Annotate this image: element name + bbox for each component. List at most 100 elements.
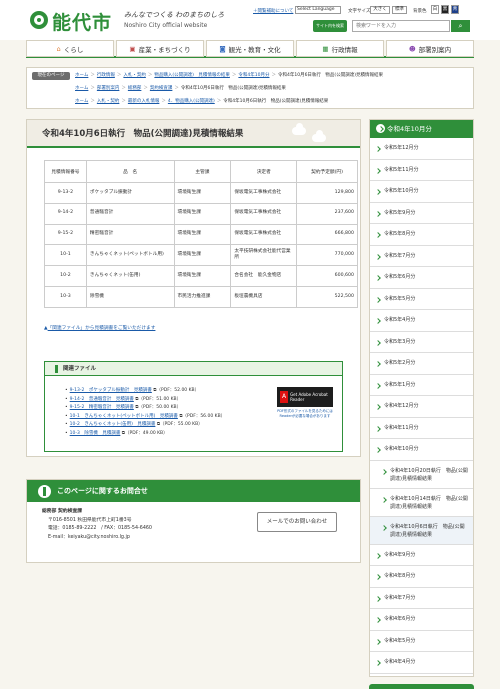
sidebar-item[interactable]: 令和5年2月分 (370, 353, 473, 375)
file-link[interactable]: 9-15-2 精密騒音計 見積調書 (70, 405, 134, 410)
table-cell: 環境衛生課 (173, 265, 232, 287)
sidebar-item[interactable]: 令和5年5月分 (370, 289, 473, 310)
acrobat-reader-button[interactable]: A Get Adobe Acrobat Reader (277, 387, 333, 407)
file-link[interactable]: 10-3 除雪機 見積調書 (70, 431, 121, 436)
cloud-icon (292, 123, 306, 135)
breadcrumb-link[interactable]: ホーム (75, 86, 88, 91)
breadcrumb-current: 令和4年10月6日執行 物品(公開調達)見積情報結果 (180, 86, 286, 91)
sidebar-item[interactable]: 令和4年6月分 (370, 609, 473, 631)
sidebar-subitem[interactable]: 令和4年10月20日執行 物品(公開調達)見積情報結果 (370, 461, 473, 489)
home-icon: ⌂ (56, 44, 61, 53)
breadcrumb-link[interactable]: 4．物品購入(公開調達) (168, 99, 215, 104)
file-meta: （PDF：52.00 KB） (156, 388, 200, 393)
city-logo-icon[interactable] (30, 11, 48, 29)
table-cell: ポケッタブル振動計 (85, 182, 175, 204)
acrobat-note[interactable]: PDF形式のファイルを見るためにはReaderが必要な場合があります (277, 409, 333, 418)
search-button[interactable]: ⌕ (451, 20, 470, 32)
breadcrumb-link[interactable]: 行政情報 (97, 73, 115, 78)
contact-dept: 総務部 契約検査課 (42, 509, 83, 514)
mail-inquiry-button[interactable]: メールでのお問い合わせ (257, 512, 337, 532)
site-subtitle: Noshiro City official website (124, 22, 208, 29)
table-cell: 精密騒音計 (85, 223, 175, 246)
sidebar-item[interactable]: 令和5年10月分 (370, 181, 473, 203)
bg-white-button[interactable]: 白 (431, 5, 439, 14)
sidebar-item[interactable]: 令和5年7月分 (370, 246, 473, 267)
bg-blue-button[interactable]: 青 (451, 5, 459, 14)
breadcrumb-row: ホーム＞部署別案内＞総務部＞契約検査課＞令和4年10月6日執行 物品(公開調達)… (75, 86, 286, 91)
file-link[interactable]: 9-13-2 ポケッタブル振動計 見積調書 (70, 388, 152, 393)
site-logo-text[interactable]: 能代市 (52, 8, 112, 35)
grid-icon: ▦ (322, 44, 329, 53)
breadcrumb-link[interactable]: 総務部 (128, 86, 142, 91)
sidebar-item[interactable]: 令和4年12月分 (370, 396, 473, 418)
sidebar-item[interactable]: 令和4年9月分 (370, 545, 473, 566)
browsing-assist-link[interactable]: ＋閲覧補助について (253, 8, 293, 14)
sidebar-item[interactable]: 令和5年12月分 (370, 138, 473, 160)
breadcrumb-row: ホーム＞行政情報＞入札・契約＞物品購入(公開調達) 見積情報の結果＞令和4年10… (75, 73, 383, 78)
breadcrumb-link[interactable]: ホーム (75, 99, 88, 104)
briefcase-icon: ▣ (129, 44, 136, 53)
file-link[interactable]: 10-2 きんちゃくネット(缶用) 見積調書 (70, 422, 156, 427)
sidebar-item[interactable]: 令和5年4月分 (370, 310, 473, 332)
site-tagline: みんなでつくる わのまちのしろ (124, 11, 225, 19)
table-cell: 9-13-2 (44, 182, 87, 204)
sidebar-item[interactable]: 令和5年1月分 (370, 375, 473, 396)
breadcrumb-link[interactable]: ホーム (75, 73, 88, 78)
breadcrumb-current: 令和4年10月6日執行 物品(公開調達)見積情報結果 (223, 99, 329, 104)
nav-item-kurashi[interactable]: ⌂ くらし (26, 40, 114, 57)
search-label: サイト内を検索 (313, 20, 347, 32)
breadcrumb-link[interactable]: 最新の入札情報 (128, 99, 160, 104)
nav-item-gyousei[interactable]: ▦ 行政情報 (296, 40, 384, 57)
sidebar-subitem[interactable]: 令和4年10月14日執行 物品(公開調達)見積情報結果 (370, 489, 473, 517)
breadcrumb-link[interactable]: 入札・契約 (123, 73, 146, 78)
related-files-note: ▲「関連ファイル」から見積調書をご覧いただけます (44, 325, 155, 331)
font-size-standard-button[interactable]: 標準 (392, 6, 407, 14)
related-files-note-link[interactable]: 「関連ファイル」から見積調書をご覧いただけます (48, 326, 156, 331)
sidebar: 令和4年10月分 令和5年12月分 令和5年11月分 令和5年10月分 令和5年… (369, 119, 474, 677)
table-cell: 板垣農機具店 (230, 285, 298, 308)
list-item: 9-15-2 精密騒音計 見積調書 ⧉（PDF：50.00 KB） (65, 404, 225, 413)
related-files-heading: 関連ファイル (45, 362, 342, 376)
nav-item-industry[interactable]: ▣ 産業・まちづくり (116, 40, 204, 57)
sidebar-item[interactable]: 令和4年8月分 (370, 566, 473, 588)
sidebar-item[interactable]: 令和5年8月分 (370, 224, 473, 246)
sidebar-item[interactable]: 令和5年3月分 (370, 332, 473, 353)
nav-item-departments[interactable]: ☻ 部署別案内 (386, 40, 474, 57)
sidebar-item[interactable]: 令和5年6月分 (370, 267, 473, 289)
column-header: 決定者 (230, 160, 298, 183)
search-input[interactable] (352, 20, 450, 32)
contact-email: E-mail：keiyaku@city.noshiro.lg.jp (48, 534, 130, 540)
sidebar-subitem-current[interactable]: 令和4年10月6日執行 物品(公開調達)見積情報結果 (370, 516, 473, 545)
sidebar-item[interactable]: 令和4年4月分 (370, 652, 473, 674)
sidebar-item[interactable]: 令和4年10月分 (370, 439, 473, 461)
table-cell: 環境衛生課 (173, 244, 232, 267)
site-header: 能代市 みんなでつくる わのまちのしろ Noshiro City officia… (0, 0, 500, 40)
table-cell: 太平技研株式会社能代営業所 (230, 244, 298, 267)
sidebar-item[interactable]: 令和4年5月分 (370, 631, 473, 652)
list-item: 10-3 除雪機 見積調書 ⧉（PDF：49.00 KB） (65, 430, 225, 439)
file-link[interactable]: 9-14-2 普通騒音計 見積調書 (70, 397, 134, 402)
bg-black-button[interactable]: 黒 (441, 5, 449, 14)
font-size-larger-button[interactable]: 大きく (370, 6, 390, 14)
table-row: 9-15-2 精密騒音計 環境衛生課 保坂電気工事株式会社 666,800 (44, 223, 358, 246)
table-cell: 9-15-2 (44, 223, 87, 246)
table-cell: 10-3 (44, 285, 87, 308)
nav-item-tourism[interactable]: ◙ 観光・教育・文化 (206, 40, 294, 57)
language-select[interactable]: Select Language (295, 6, 341, 14)
breadcrumb-link[interactable]: 物品購入(公開調達) 見積情報の結果 (154, 73, 230, 78)
sidebar-item[interactable]: 令和4年7月分 (370, 588, 473, 609)
table-cell: 770,000 (296, 244, 358, 267)
sidebar-item[interactable]: 令和4年11月分 (370, 418, 473, 439)
breadcrumb-link[interactable]: 契約検査課 (150, 86, 173, 91)
file-link[interactable]: 10-1 きんちゃくネット(ペットボトル用) 見積調書 (70, 414, 178, 419)
breadcrumb-link[interactable]: 令和4年10月分 (238, 73, 269, 78)
bg-color-label: 背景色 (413, 9, 427, 14)
sidebar-item[interactable]: 令和5年11月分 (370, 160, 473, 181)
breadcrumb-link[interactable]: 入札・契約 (97, 99, 120, 104)
file-meta: （PDF：51.00 KB） (138, 396, 182, 402)
sidebar-item[interactable]: 令和5年9月分 (370, 203, 473, 224)
acrobat-reader-banner: A Get Adobe Acrobat Reader PDF形式のファイルを見る… (277, 387, 333, 427)
breadcrumb-link[interactable]: 部署別案内 (97, 86, 120, 91)
breadcrumb-row: ホーム＞入札・契約＞最新の入札情報＞ 4．物品購入(公開調達) ＞令和4年10月6日… (75, 99, 329, 104)
contact-heading: このページに関するお問合せ (27, 480, 360, 502)
